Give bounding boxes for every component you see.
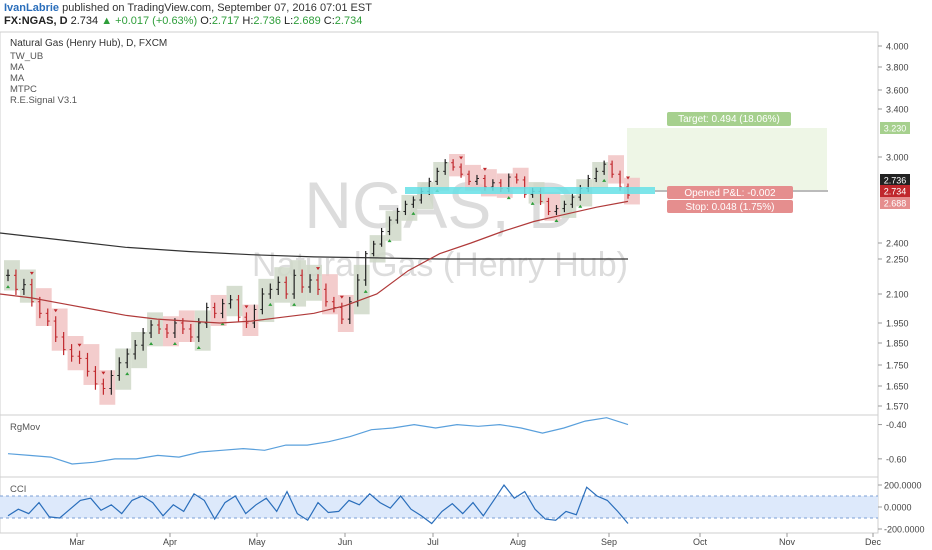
signal-box [465,164,481,191]
price-tick-label: 3.000 [886,153,909,163]
signal-box [115,348,132,390]
cci-axis: 200.0000 0.0000 -200.0000 [878,481,925,535]
price-label: 2.688 [884,199,907,209]
time-tick-label: Apr [163,537,177,547]
time-tick-label: Sep [601,537,617,547]
time-tick-label: May [248,537,266,547]
signal-box [67,336,84,371]
price-tick-label: 1.650 [886,382,909,392]
signal-box [353,264,370,315]
price-label: 2.734 [884,187,907,197]
signal-box [401,194,418,221]
price-tick-label: 1.570 [886,402,909,412]
signal-box [131,332,148,369]
price-tick-label: 2.100 [886,290,909,300]
signal-box [226,285,243,317]
price-tick-label: 3.800 [886,63,909,73]
chart-root: IvanLabrie published on TradingView.com,… [0,0,932,550]
price-label: 2.736 [884,176,907,186]
opened-label: Opened P&L: -0.002 [684,188,776,199]
rgmov-tick-label: -0.60 [886,454,907,464]
price-tick-label: 2.250 [886,255,909,265]
time-tick-label: Mar [69,537,85,547]
rgmov-pane[interactable] [0,414,879,478]
signal-box [417,182,434,210]
legend-item[interactable]: MA [10,62,25,73]
legend-item[interactable]: MA [10,73,25,84]
cci-tick-label: 0.0000 [884,503,912,513]
signal-box [608,155,624,184]
cci-tick-label: -200.0000 [884,525,925,535]
signal-box [258,278,275,323]
price-tick-label: 2.400 [886,239,909,249]
legend-item[interactable]: TW_UB [10,51,43,62]
price-tick-label: 4.000 [886,42,909,52]
time-tick-label: Jul [427,537,439,547]
legend-title: Natural Gas (Henry Hub), D, FXCM [10,38,167,49]
price-tick-label: 1.850 [886,339,909,349]
signal-box [194,310,211,351]
price-labels: 3.230 2.7362.734 2.688 [880,122,910,209]
price-tick-label: 3.600 [886,86,909,96]
price-label: 3.230 [884,124,907,134]
legend-item[interactable]: MTPC [10,84,37,95]
price-axis: 4.000 3.800 3.600 3.400 3.000 2.400 2.250 2.100… [878,42,909,412]
time-axis: Mar Apr May Jun Jul Aug Sep Oct Nov Dec [69,533,881,547]
time-tick-label: Oct [693,537,708,547]
signal-box [83,344,100,385]
rgmov-title: RgMov [10,422,40,433]
signal-box [449,154,466,177]
stop-label: Stop: 0.048 (1.75%) [686,202,775,213]
signal-box [337,294,354,332]
signal-box [210,294,227,326]
rgmov-axis: -0.40 -0.60 [878,420,907,464]
price-tick-label: 1.750 [886,361,909,371]
signal-box [274,267,291,303]
signal-box [290,260,307,307]
signal-box [385,210,402,241]
price-tick-label: 1.950 [886,319,909,329]
rgmov-tick-label: -0.40 [886,420,907,430]
signal-box [433,162,450,191]
entry-zone [405,187,655,194]
cci-tick-label: 200.0000 [884,481,922,491]
chart-canvas[interactable]: NGAS, D Natural Gas (Henry Hub) Target: … [0,0,932,550]
time-tick-label: Nov [779,537,796,547]
legend-item[interactable]: R.E.Signal V3.1 [10,95,77,106]
signal-box [592,162,609,188]
target-label: Target: 0.494 (18.06%) [678,114,780,125]
target-zone [627,128,827,190]
signal-box [512,167,529,190]
signal-box [35,288,52,326]
time-tick-label: Aug [510,537,526,547]
price-tick-label: 3.400 [886,105,909,115]
time-tick-label: Dec [865,537,882,547]
time-tick-label: Jun [338,537,353,547]
signal-box [306,264,322,301]
signal-box [51,308,68,351]
cci-title: CCI [10,484,26,495]
